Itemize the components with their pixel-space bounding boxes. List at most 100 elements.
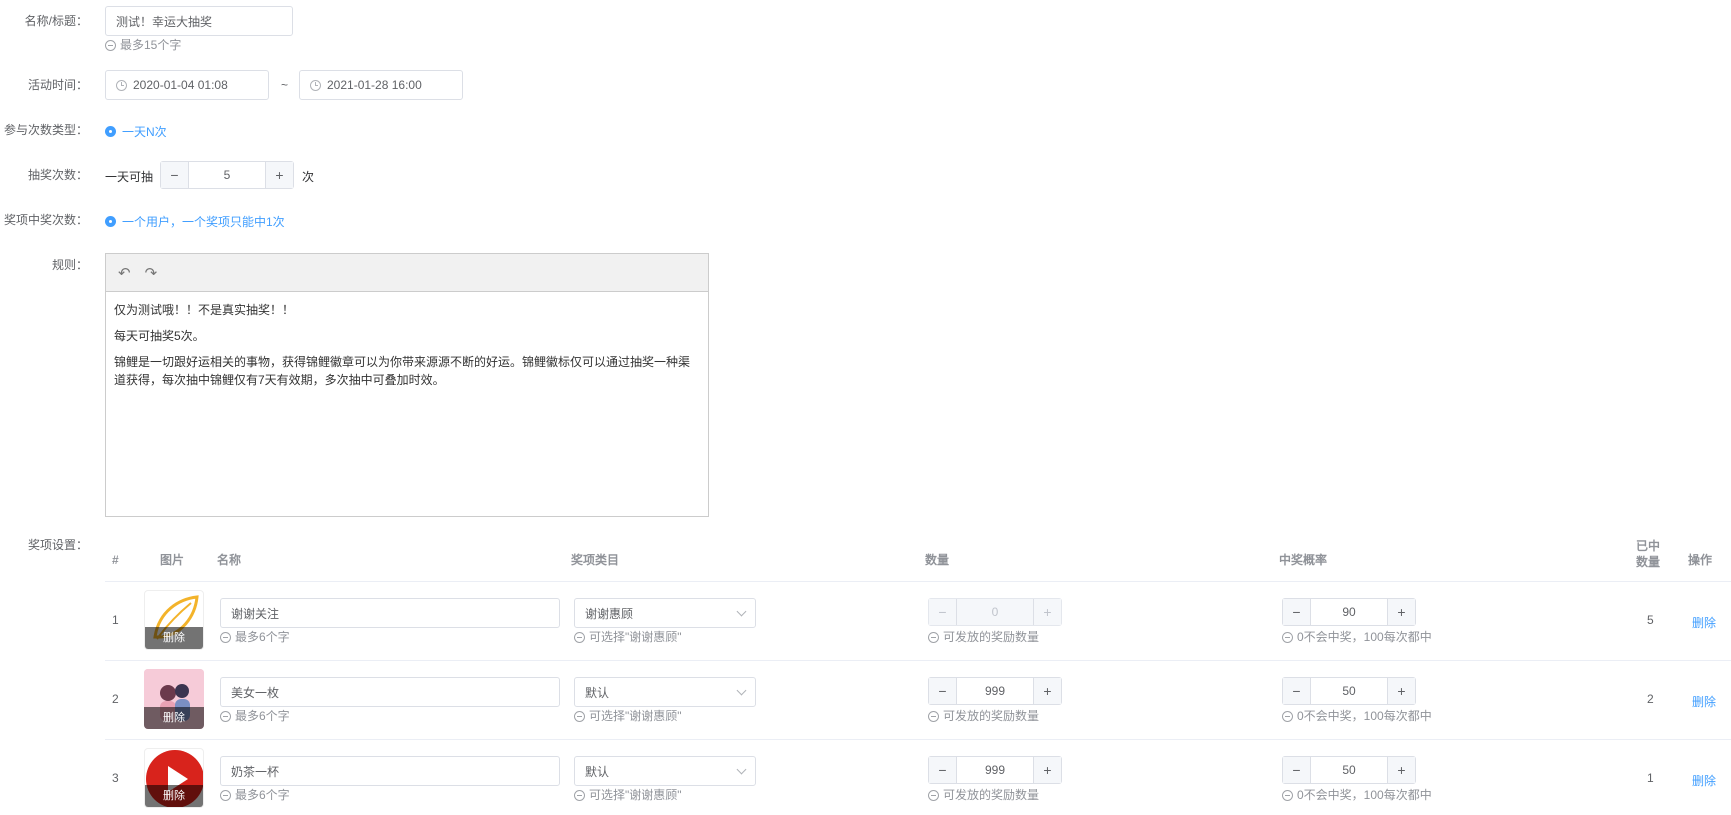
prize-image[interactable]: 删除 — [144, 748, 204, 808]
info-icon — [574, 710, 585, 722]
prize-name-input[interactable]: 奶茶一杯 — [220, 756, 560, 786]
col-name: 名称 — [217, 553, 242, 567]
quantity-value[interactable]: 999 — [957, 678, 1033, 704]
info-icon — [574, 789, 585, 801]
quantity-stepper[interactable]: − 999 + — [928, 677, 1062, 705]
editor-toolbar: ↶ ↷ — [106, 254, 708, 292]
time-separator: ~ — [281, 78, 289, 92]
increment-button[interactable]: + — [1033, 599, 1061, 625]
probability-hint: 0不会中奖，100每次都中 — [1282, 788, 1432, 802]
editor-content[interactable]: 仅为测试哦！！不是真实抽奖！！ 每天可抽奖5次。 锦鲤是一切跟好运相关的事物，获… — [106, 292, 708, 403]
thumb-delete-button[interactable]: 删除 — [145, 785, 203, 807]
increment-button[interactable]: + — [1387, 757, 1415, 783]
draw-count-stepper[interactable]: − 5 + — [160, 161, 294, 189]
decrement-button[interactable]: − — [1283, 599, 1311, 625]
title-label: 名称/标题： — [24, 14, 88, 28]
rules-line: 仅为测试哦！！不是真实抽奖！！ — [114, 303, 295, 317]
delete-prize-link[interactable]: 删除 — [1692, 614, 1716, 631]
quantity-stepper[interactable]: − 999 + — [928, 756, 1062, 784]
increment-button[interactable]: + — [1033, 757, 1061, 783]
radio-checked-icon — [105, 216, 116, 227]
name-hint: 最多6个字 — [220, 788, 290, 802]
rules-line: 锦鲤是一切跟好运相关的事物，获得锦鲤徽章可以为你带来源源不断的好运。锦鲤徽标仅可… — [114, 355, 691, 387]
info-icon — [928, 789, 939, 801]
info-icon — [220, 710, 231, 722]
prizes-label: 奖项设置： — [27, 538, 88, 552]
redo-icon[interactable]: ↷ — [145, 264, 158, 282]
thumb-delete-button[interactable]: 删除 — [145, 627, 203, 649]
probability-stepper[interactable]: − 50 + — [1282, 756, 1416, 784]
probability-value[interactable]: 50 — [1311, 678, 1387, 704]
end-time-input[interactable]: 2021-01-28 16:00 — [299, 70, 463, 100]
prize-image[interactable]: 删除 — [144, 669, 204, 729]
info-icon — [220, 631, 231, 643]
rules-editor[interactable]: ↶ ↷ 仅为测试哦！！不是真实抽奖！！ 每天可抽奖5次。 锦鲤是一切跟好运相关的… — [105, 253, 709, 517]
chevron-down-icon — [736, 764, 747, 774]
info-icon — [105, 39, 116, 51]
won-count: 1 — [1647, 771, 1654, 785]
draw-count-value[interactable]: 5 — [189, 162, 265, 188]
probability-hint: 0不会中奖，100每次都中 — [1282, 630, 1432, 644]
row-divider — [105, 660, 1731, 661]
quantity-hint: 可发放的奖励数量 — [928, 630, 1039, 644]
decrement-button[interactable]: − — [929, 678, 957, 704]
info-icon — [574, 631, 585, 643]
decrement-button[interactable]: − — [1283, 757, 1311, 783]
probability-value[interactable]: 90 — [1311, 599, 1387, 625]
clock-icon — [310, 79, 321, 91]
thumb-delete-button[interactable]: 删除 — [144, 707, 204, 729]
col-index: # — [112, 553, 119, 567]
probability-stepper[interactable]: − 90 + — [1282, 598, 1416, 626]
col-probability: 中奖概率 — [1279, 553, 1328, 567]
header-divider — [105, 581, 1731, 582]
info-icon — [1282, 789, 1293, 801]
increment-button[interactable]: + — [1387, 678, 1415, 704]
undo-icon[interactable]: ↶ — [118, 264, 131, 282]
increment-button[interactable]: + — [1033, 678, 1061, 704]
category-select[interactable]: 默认 — [574, 756, 756, 786]
win-count-radio[interactable]: 一个用户，一个奖项只能中1次 — [105, 213, 285, 230]
info-icon — [1282, 710, 1293, 722]
win-count-label: 奖项中奖次数： — [3, 213, 88, 227]
info-icon — [220, 789, 231, 801]
col-action: 操作 — [1688, 553, 1713, 567]
prize-name-input[interactable]: 美女一枚 — [220, 677, 560, 707]
rules-label: 规则： — [51, 258, 88, 272]
row-index: 3 — [112, 771, 119, 785]
title-input[interactable]: 测试！幸运大抽奖 — [105, 6, 293, 36]
delete-prize-link[interactable]: 删除 — [1692, 693, 1716, 710]
prize-image[interactable]: 删除 — [144, 590, 204, 650]
col-won: 已中数量 — [1636, 539, 1661, 569]
draw-count-label: 抽奖次数： — [27, 168, 88, 182]
row-index: 1 — [112, 613, 119, 627]
quantity-value[interactable]: 0 — [957, 599, 1033, 625]
clock-icon — [116, 79, 127, 91]
col-quantity: 数量 — [925, 553, 950, 567]
category-select[interactable]: 默认 — [574, 677, 756, 707]
participate-radio[interactable]: 一天N次 — [105, 123, 167, 140]
start-time-input[interactable]: 2020-01-04 01:08 — [105, 70, 269, 100]
probability-stepper[interactable]: − 50 + — [1282, 677, 1416, 705]
probability-value[interactable]: 50 — [1311, 757, 1387, 783]
won-count: 2 — [1647, 692, 1654, 706]
quantity-stepper[interactable]: − 0 + — [928, 598, 1062, 626]
quantity-value[interactable]: 999 — [957, 757, 1033, 783]
delete-prize-link[interactable]: 删除 — [1692, 772, 1716, 789]
decrement-button[interactable]: − — [929, 599, 957, 625]
decrement-button[interactable]: − — [161, 162, 189, 188]
info-icon — [1282, 631, 1293, 643]
prize-name-input[interactable]: 谢谢关注 — [220, 598, 560, 628]
won-count: 5 — [1647, 613, 1654, 627]
increment-button[interactable]: + — [265, 162, 293, 188]
info-icon — [928, 710, 939, 722]
decrement-button[interactable]: − — [1283, 678, 1311, 704]
decrement-button[interactable]: − — [929, 757, 957, 783]
row-divider — [105, 739, 1731, 740]
category-hint: 可选择"谢谢惠顾" — [574, 788, 682, 802]
category-hint: 可选择"谢谢惠顾" — [574, 709, 682, 723]
category-select[interactable]: 谢谢惠顾 — [574, 598, 756, 628]
row-index: 2 — [112, 692, 119, 706]
name-hint: 最多6个字 — [220, 630, 290, 644]
draw-prefix: 一天可抽 — [105, 170, 154, 184]
increment-button[interactable]: + — [1387, 599, 1415, 625]
